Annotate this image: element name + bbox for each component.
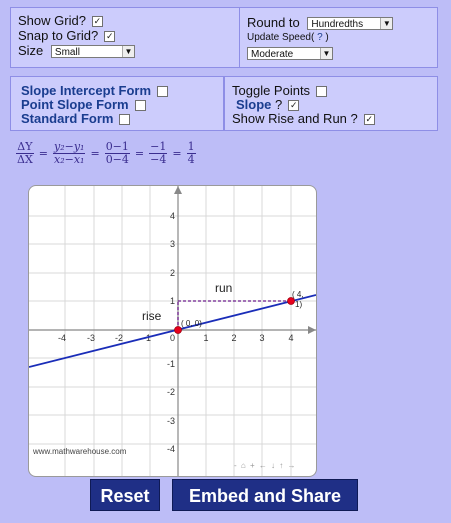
y-axis-arrow: [174, 186, 182, 194]
slope-checkbox[interactable]: ✓: [288, 100, 300, 112]
x-tick-label: 2: [231, 333, 236, 343]
slope-intercept-label: Slope Intercept Form: [21, 83, 152, 98]
standard-form-row: Standard Form: [21, 111, 131, 126]
standard-form-label: Standard Form: [21, 111, 114, 126]
update-speed-close-paren: ): [325, 32, 329, 43]
x-tick-label: -3: [87, 333, 95, 343]
x-axis-arrow: [308, 326, 316, 334]
rise-label: rise: [142, 309, 162, 323]
formula-delta-fraction: ΔY ΔX: [16, 140, 34, 166]
formula-result-fraction: 1 4: [186, 140, 196, 166]
update-speed-select-value: Moderate: [251, 49, 294, 61]
y-tick-label: 2: [170, 268, 175, 278]
point-slope-checkbox[interactable]: [134, 100, 146, 112]
update-speed-select[interactable]: Moderate ▼: [247, 47, 333, 61]
chevron-down-icon: ▼: [121, 46, 134, 58]
watermark: www.mathwarehouse.com: [32, 447, 127, 456]
y-tick-label: -2: [167, 387, 175, 397]
point-a-handle[interactable]: [174, 326, 182, 334]
reset-button[interactable]: Reset: [90, 479, 160, 511]
x-tick-label: -4: [58, 333, 66, 343]
x-tick-label: 4: [288, 333, 293, 343]
toggle-points-checkbox[interactable]: [316, 86, 328, 98]
x-tick-labels: -4 -3 -2 -1 0 1 2 3 4: [58, 333, 294, 343]
x-tick-label: 3: [259, 333, 264, 343]
round-select-value: Hundredths: [311, 19, 364, 31]
y-tick-label: -3: [167, 416, 175, 426]
slope-label: Slope: [236, 97, 272, 112]
chevron-down-icon: ▼: [380, 18, 393, 30]
x-tick-label: -2: [115, 333, 123, 343]
rise-run-checkbox[interactable]: ✓: [363, 114, 375, 126]
show-grid-row: Show Grid? ✓: [18, 13, 103, 28]
update-speed-row: Update Speed( ? ): [247, 32, 329, 43]
size-row: Size Small ▼: [18, 43, 135, 59]
equals-sign: =: [134, 147, 145, 160]
point-b-label-line1: ( 4,: [292, 290, 304, 299]
point-slope-row: Point Slope Form: [21, 97, 146, 112]
y-tick-label: 3: [170, 239, 175, 249]
graph-canvas[interactable]: -4 -3 -2 -1 0 1 2 3 4 4 3 2 1 -1 -2 -3 -…: [29, 186, 316, 476]
point-slope-label: Point Slope Form: [21, 97, 129, 112]
slope-formula: ΔY ΔX = y₂−y₁ x₂−x₁ = 0−1 0−4 = −1 −4 = …: [14, 141, 198, 166]
update-speed-label: Update Speed(: [247, 32, 315, 43]
update-speed-select-row: Moderate ▼: [247, 45, 333, 61]
x-tick-label: 1: [203, 333, 208, 343]
y-tick-label: 4: [170, 211, 175, 221]
show-grid-label: Show Grid?: [18, 13, 86, 28]
snap-grid-checkbox[interactable]: ✓: [104, 31, 116, 43]
x-tick-label: 0: [170, 333, 175, 343]
update-speed-help-link[interactable]: ?: [317, 32, 323, 43]
graph-board[interactable]: -4 -3 -2 -1 0 1 2 3 4 4 3 2 1 -1 -2 -3 -…: [28, 185, 317, 477]
round-select[interactable]: Hundredths ▼: [307, 17, 394, 31]
show-grid-checkbox[interactable]: ✓: [91, 16, 103, 28]
snap-grid-label: Snap to Grid?: [18, 28, 99, 43]
equals-sign: =: [90, 147, 100, 160]
round-label: Round to: [247, 15, 300, 30]
formula-coordinate-fraction: y₂−y₁ x₂−x₁: [53, 140, 86, 166]
size-select-value: Small: [54, 47, 80, 59]
point-b-label-line2: 1): [295, 300, 302, 309]
equals-sign: =: [172, 147, 182, 160]
run-label: run: [215, 281, 232, 295]
toggle-points-row: Toggle Points: [232, 83, 328, 98]
size-label: Size: [18, 43, 44, 58]
snap-grid-row: Snap to Grid? ✓: [18, 28, 116, 43]
size-select[interactable]: Small ▼: [50, 45, 135, 59]
y-tick-label: -1: [167, 359, 175, 369]
formula-difference-fraction: −1 −4: [149, 140, 168, 166]
toggle-points-label: Toggle Points: [232, 83, 311, 98]
point-a-label: ( 0, 0): [181, 319, 202, 328]
slope-row: Slope ? ✓: [236, 97, 300, 112]
y-tick-label: 1: [170, 296, 175, 306]
graph-navigation-toolbar[interactable]: - ⌂ + ← ↓ ↑ →: [234, 461, 297, 470]
standard-form-checkbox[interactable]: [119, 114, 131, 126]
y-tick-label: -4: [167, 444, 175, 454]
slope-intercept-row: Slope Intercept Form: [21, 83, 169, 98]
slope-help-link[interactable]: ?: [275, 97, 282, 112]
chevron-down-icon: ▼: [320, 48, 332, 60]
embed-share-button[interactable]: Embed and Share: [172, 479, 358, 511]
point-b-handle[interactable]: [287, 297, 295, 305]
round-row: Round to Hundredths ▼: [247, 15, 394, 31]
equals-sign: =: [38, 147, 48, 160]
rise-run-label: Show Rise and Run ?: [232, 111, 358, 126]
rise-run-row: Show Rise and Run ? ✓: [232, 111, 375, 126]
formula-substituted-fraction: 0−1 0−4: [104, 140, 130, 166]
slope-intercept-checkbox[interactable]: [157, 86, 169, 98]
